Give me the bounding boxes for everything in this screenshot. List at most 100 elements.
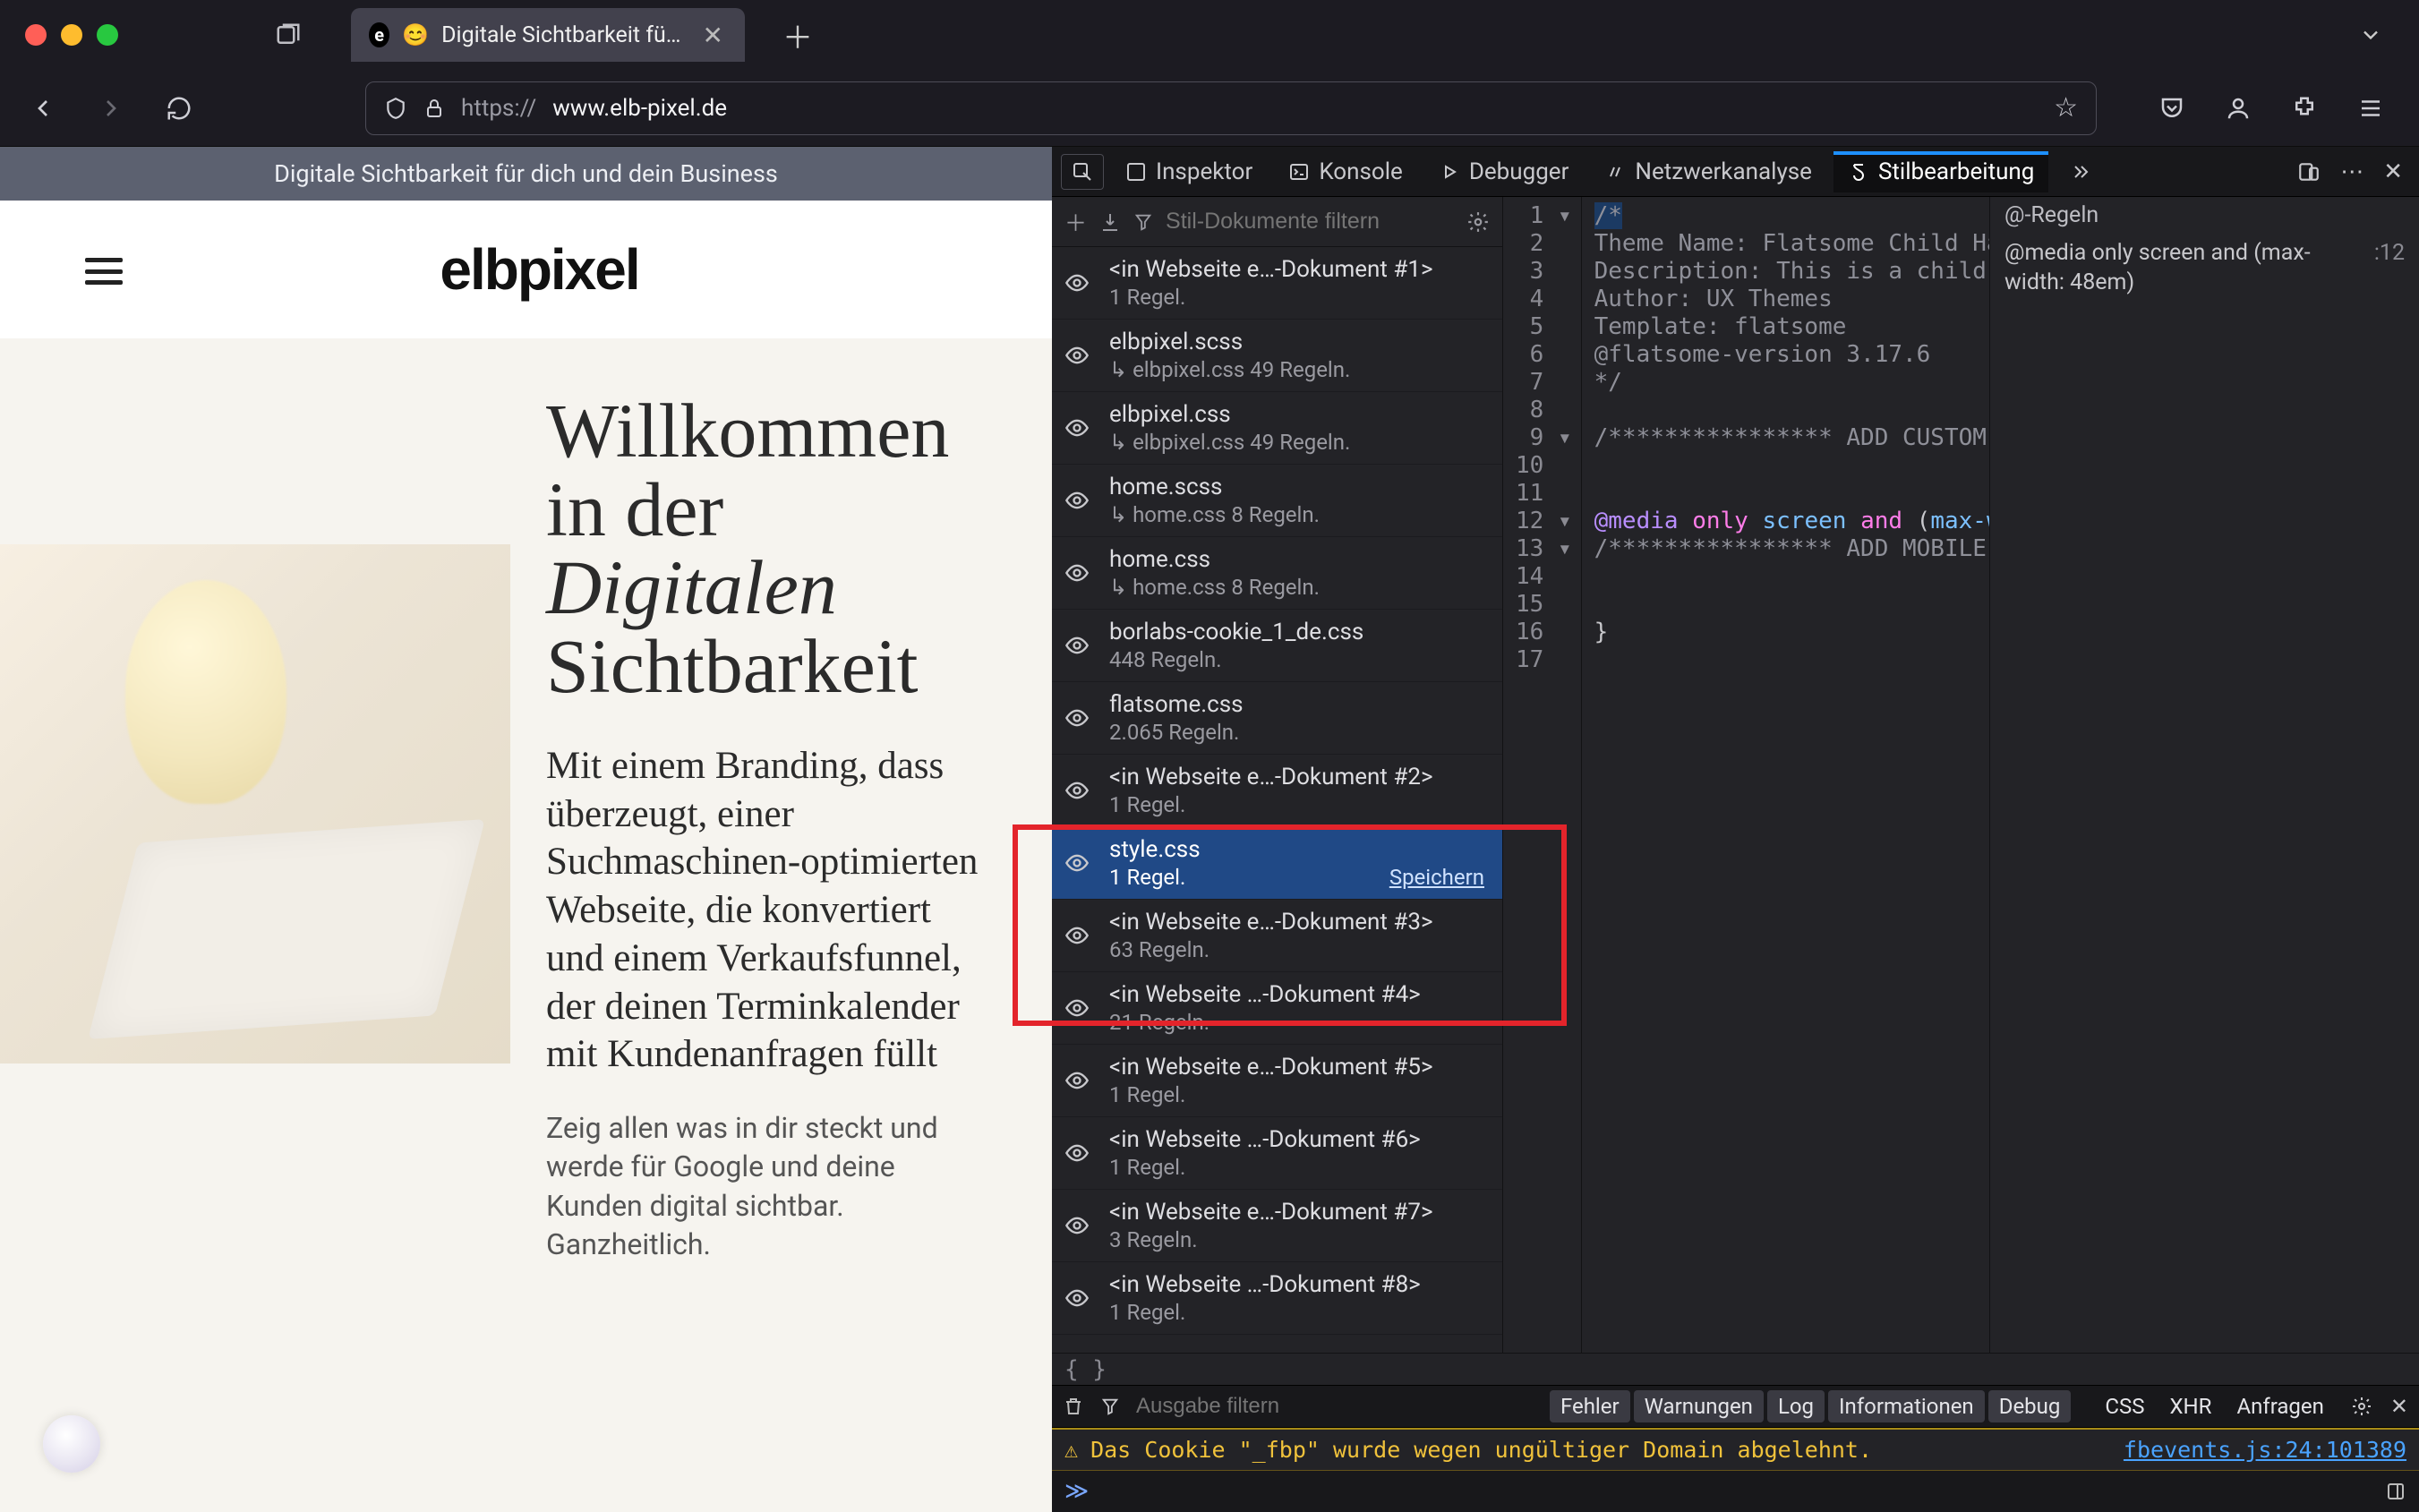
stylesheet-name: home.css (1109, 546, 1490, 573)
tab-network[interactable]: Netzwerkanalyse (1590, 151, 1826, 192)
console-filter-chips: FehlerWarnungenLogInformationenDebug CSSX… (1550, 1390, 2408, 1422)
console-filter-chip[interactable]: Informationen (1828, 1390, 1985, 1422)
stylesheet-item[interactable]: <in Webseite e…-Dokument #1>1 Regel. (1052, 247, 1502, 320)
visibility-eye-icon[interactable] (1064, 850, 1095, 876)
visibility-eye-icon[interactable] (1064, 415, 1095, 440)
stylesheet-item[interactable]: elbpixel.scss↳ elbpixel.css 49 Regeln. (1052, 320, 1502, 392)
tab-title: Digitale Sichtbarkeit für dein… (441, 22, 686, 48)
tab-inspector-label: Inspektor (1156, 158, 1252, 185)
stylesheet-item[interactable]: <in Webseite e…-Dokument #5>1 Regel. (1052, 1045, 1502, 1117)
visibility-eye-icon[interactable] (1064, 270, 1095, 295)
visibility-eye-icon[interactable] (1064, 1213, 1095, 1238)
tab-debugger[interactable]: Debugger (1424, 151, 1584, 192)
stylesheet-item[interactable]: <in Webseite e…-Dokument #7>3 Regeln. (1052, 1190, 1502, 1262)
bookmark-star-icon[interactable]: ☆ (2054, 92, 2078, 124)
devtools-close-icon[interactable]: ✕ (2383, 158, 2403, 185)
stylesheet-name: style.css (1109, 836, 1490, 863)
visibility-eye-icon[interactable] (1064, 560, 1095, 585)
css-editor[interactable]: 1 ▾ 2 3 4 5 6 7 8 9 ▾ 10 11 12 ▾ 13 ▾ 14… (1503, 197, 1989, 1353)
new-tab-button[interactable]: ＋ (775, 13, 820, 57)
console-warning-row[interactable]: ⚠ Das Cookie "_fbp" wurde wegen ungültig… (1052, 1428, 2419, 1471)
visibility-eye-icon[interactable] (1064, 343, 1095, 368)
stylesheet-item[interactable]: style.css1 Regel.Speichern (1052, 827, 1502, 900)
visibility-eye-icon[interactable] (1064, 1068, 1095, 1093)
console-filter-chip[interactable]: Fehler (1550, 1390, 1630, 1422)
stylesheet-rule-count: ↳ elbpixel.css 49 Regeln. (1109, 430, 1490, 455)
stylesheet-item[interactable]: <in Webseite …-Dokument #4>21 Regeln. (1052, 972, 1502, 1045)
visibility-eye-icon[interactable] (1064, 1140, 1095, 1166)
console-sidebar-toggle-icon[interactable] (2385, 1481, 2406, 1502)
tab-console[interactable]: Konsole (1274, 151, 1417, 192)
window-close-button[interactable] (25, 24, 47, 46)
stylesheet-name: <in Webseite …-Dokument #4> (1109, 981, 1490, 1008)
debugger-icon (1439, 161, 1460, 183)
stylesheet-item[interactable]: flatsome.css2.065 Regeln. (1052, 682, 1502, 755)
tab-emoji-icon: 😊 (402, 22, 429, 47)
stylesheet-item[interactable]: elbpixel.css↳ elbpixel.css 49 Regeln. (1052, 392, 1502, 465)
url-bar[interactable]: https://www.elb-pixel.de ☆ (365, 81, 2097, 135)
window-maximize-button[interactable] (97, 24, 118, 46)
tab-inspector[interactable]: Inspektor (1111, 151, 1267, 192)
stylesheet-item[interactable]: <in Webseite …-Dokument #8>1 Regel. (1052, 1262, 1502, 1335)
console-filter-chip[interactable]: Debug (1988, 1390, 2072, 1422)
console-filter-input[interactable] (1136, 1394, 1369, 1419)
tabs-overflow-button[interactable] (2358, 22, 2383, 47)
console-filter-chip[interactable]: XHR (2158, 1390, 2222, 1422)
extensions-icon[interactable] (2283, 87, 2326, 130)
stylesheet-filter-input[interactable] (1166, 209, 1454, 235)
visibility-eye-icon[interactable] (1064, 923, 1095, 948)
stylesheet-item[interactable]: <in Webseite …-Dokument #6>1 Regel. (1052, 1117, 1502, 1190)
editor-code[interactable]: /* Theme Name: Flatsome Child Harmony De… (1582, 197, 1989, 1353)
hero-heading-line3: Sichtbarkeit (546, 623, 919, 709)
container-tabs-icon[interactable] (261, 8, 315, 62)
devtools-menu-icon[interactable]: ⋯ (2340, 158, 2363, 185)
visibility-eye-icon[interactable] (1064, 633, 1095, 658)
visibility-eye-icon[interactable] (1064, 995, 1095, 1021)
back-button[interactable] (18, 83, 68, 133)
tab-close-button[interactable]: ✕ (699, 21, 727, 50)
stylesheet-item[interactable]: home.scss↳ home.css 8 Regeln. (1052, 465, 1502, 537)
stylesheet-item[interactable]: <in Webseite e…-Dokument #3>63 Regeln. (1052, 900, 1502, 972)
account-icon[interactable] (2217, 87, 2260, 130)
visibility-eye-icon[interactable] (1064, 778, 1095, 803)
at-rules-heading: @-Regeln (2004, 202, 2405, 228)
console-warning-source[interactable]: fbevents.js:24:101389 (2124, 1437, 2406, 1463)
browser-tab[interactable]: e 😊 Digitale Sichtbarkeit für dein… ✕ (351, 8, 745, 62)
console-clear-icon[interactable] (1063, 1396, 1084, 1417)
app-menu-icon[interactable] (2349, 87, 2392, 130)
console-settings-icon[interactable] (2351, 1396, 2372, 1417)
tabs-overflow[interactable] (2056, 154, 2106, 190)
forward-button[interactable] (86, 83, 136, 133)
site-logo[interactable]: elbpixel (440, 236, 638, 303)
stylesheet-save-link[interactable]: Speichern (1389, 865, 1484, 890)
stylesheet-item[interactable]: borlabs-cookie_1_de.css448 Regeln. (1052, 610, 1502, 682)
element-picker-icon[interactable] (1061, 154, 1104, 190)
stylesheet-item[interactable]: <in Webseite e…-Dokument #2>1 Regel. (1052, 755, 1502, 827)
stylesheet-rule-count: 448 Regeln. (1109, 647, 1490, 672)
visibility-eye-icon[interactable] (1064, 705, 1095, 730)
at-rule-item[interactable]: @media only screen and (max-width: 48em)… (2004, 239, 2405, 297)
console-filter-chip[interactable]: Anfragen (2226, 1390, 2334, 1422)
chat-widget-icon[interactable] (43, 1415, 100, 1473)
console-filter-chip[interactable]: CSS (2094, 1390, 2155, 1422)
window-minimize-button[interactable] (61, 24, 82, 46)
console-filter-chip[interactable]: Log (1767, 1390, 1825, 1422)
stylesheet-item[interactable]: home.css↳ home.css 8 Regeln. (1052, 537, 1502, 610)
stylesheet-name: <in Webseite …-Dokument #8> (1109, 1271, 1490, 1298)
tab-style-editor[interactable]: Stilbearbeitung (1833, 151, 2048, 192)
console-filter-chip[interactable]: Warnungen (1634, 1390, 1764, 1422)
responsive-mode-icon[interactable] (2297, 160, 2321, 184)
reload-button[interactable] (154, 83, 204, 133)
console-close-icon[interactable]: ✕ (2390, 1394, 2408, 1419)
import-stylesheet-icon[interactable] (1099, 211, 1121, 233)
menu-hamburger-icon[interactable] (85, 258, 123, 285)
stylesheet-rule-count: ↳ elbpixel.css 49 Regeln. (1109, 357, 1490, 382)
console-input-row[interactable]: ≫ (1052, 1471, 2419, 1512)
visibility-eye-icon[interactable] (1064, 1286, 1095, 1311)
visibility-eye-icon[interactable] (1064, 488, 1095, 513)
stylesheet-rule-count: 1 Regel. (1109, 1300, 1490, 1325)
stylesheet-settings-icon[interactable] (1466, 210, 1490, 234)
page-topbar: Digitale Sichtbarkeit für dich und dein … (0, 147, 1052, 201)
pocket-icon[interactable] (2150, 87, 2193, 130)
new-stylesheet-icon[interactable]: ＋ (1064, 206, 1087, 238)
